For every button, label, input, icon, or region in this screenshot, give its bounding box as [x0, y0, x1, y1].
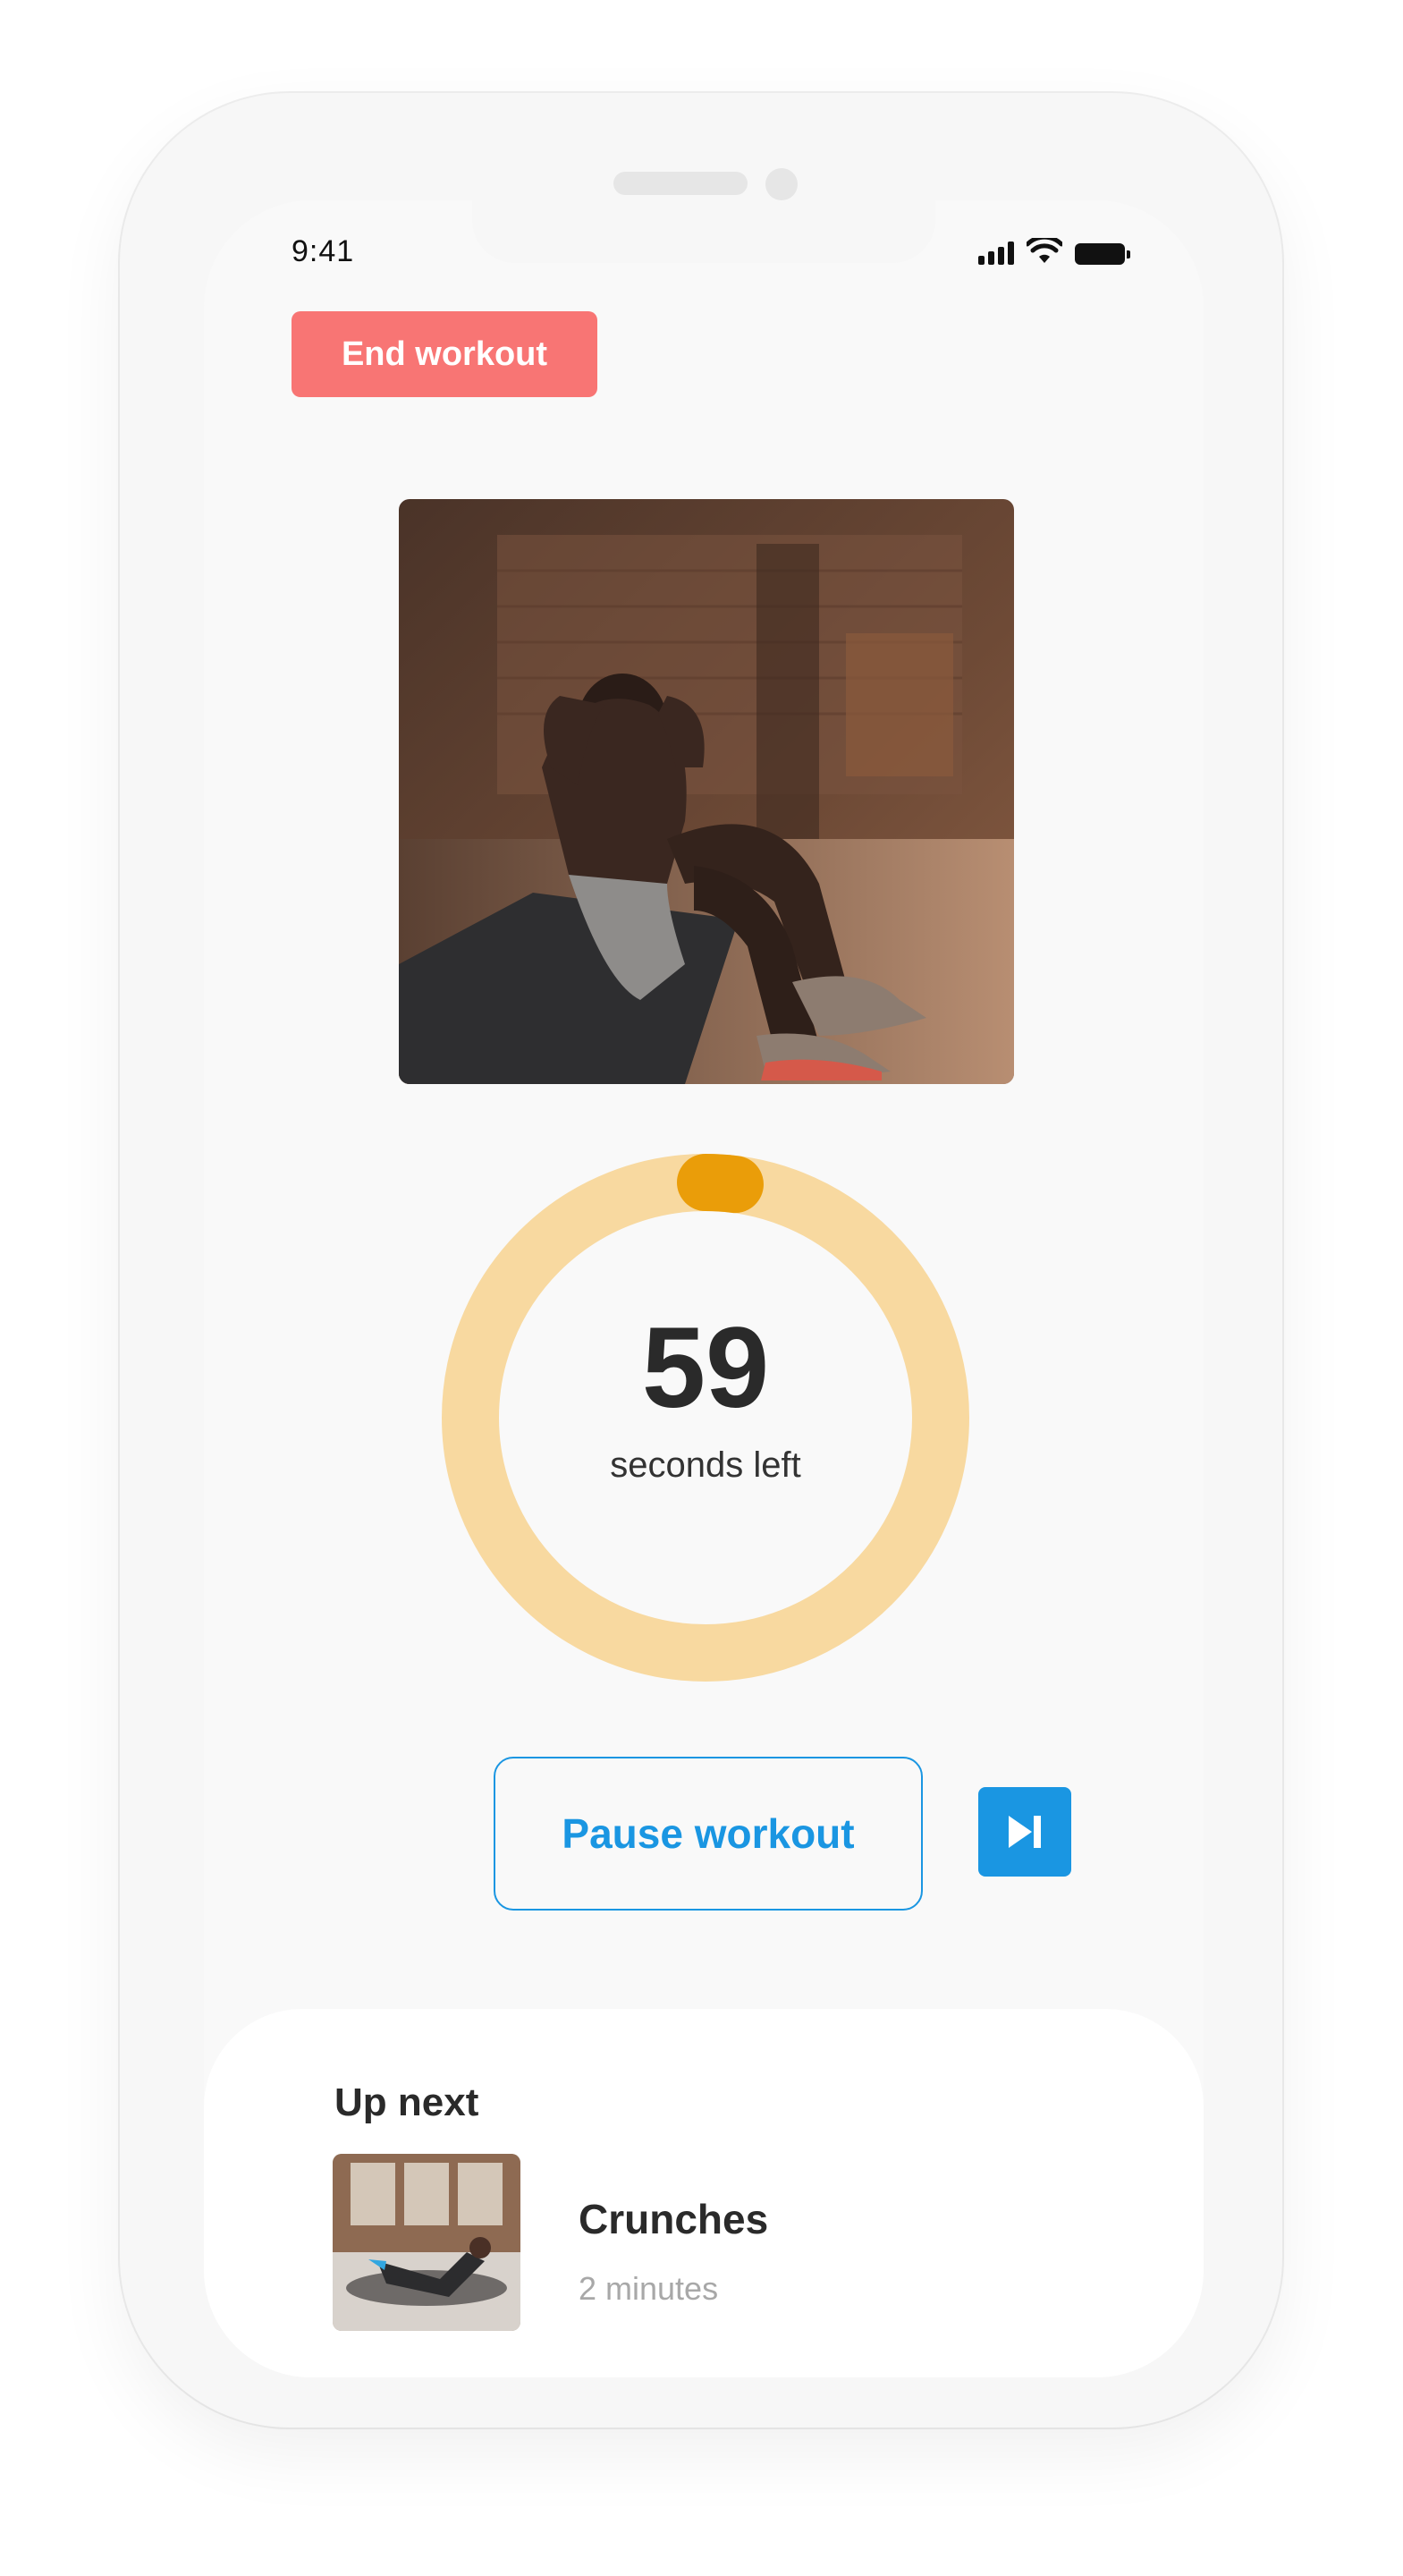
- skip-next-icon: [1009, 1816, 1041, 1848]
- pause-workout-button[interactable]: Pause workout: [494, 1757, 923, 1911]
- notch: [472, 200, 935, 263]
- status-time: 9:41: [292, 234, 355, 268]
- person-doing-situps-photo: [399, 499, 1014, 1084]
- timer-label: seconds left: [610, 1445, 801, 1485]
- countdown-timer: 59 seconds left: [442, 1154, 969, 1682]
- up-next-item[interactable]: Crunches 2 minutes: [333, 2154, 1048, 2333]
- app-canvas: 9:41 End workout 59 seconds left Pause w…: [0, 0, 1403, 2576]
- phone-screen: 9:41 End workout 59 seconds left Pause w…: [204, 200, 1204, 2377]
- skip-next-button[interactable]: [978, 1787, 1071, 1877]
- end-workout-button[interactable]: End workout: [292, 311, 597, 397]
- crunches-photo: [333, 2154, 520, 2331]
- cellular-signal-icon: [978, 242, 1014, 265]
- speaker-grille: [613, 172, 748, 195]
- wifi-icon: [1027, 238, 1062, 263]
- battery-icon: [1075, 243, 1130, 265]
- crunches-thumbnail: [333, 2154, 520, 2331]
- exercise-photo: [399, 499, 1014, 1084]
- next-exercise-duration: 2 minutes: [579, 2270, 719, 2307]
- timer-progress: [677, 1154, 764, 1214]
- up-next-card: Up next Crunches 2 minutes: [204, 2009, 1204, 2377]
- up-next-title: Up next: [334, 2080, 479, 2124]
- timer-value: 59: [641, 1304, 770, 1432]
- front-camera: [765, 168, 798, 200]
- next-exercise-name: Crunches: [579, 2196, 769, 2242]
- status-icons: [978, 238, 1130, 265]
